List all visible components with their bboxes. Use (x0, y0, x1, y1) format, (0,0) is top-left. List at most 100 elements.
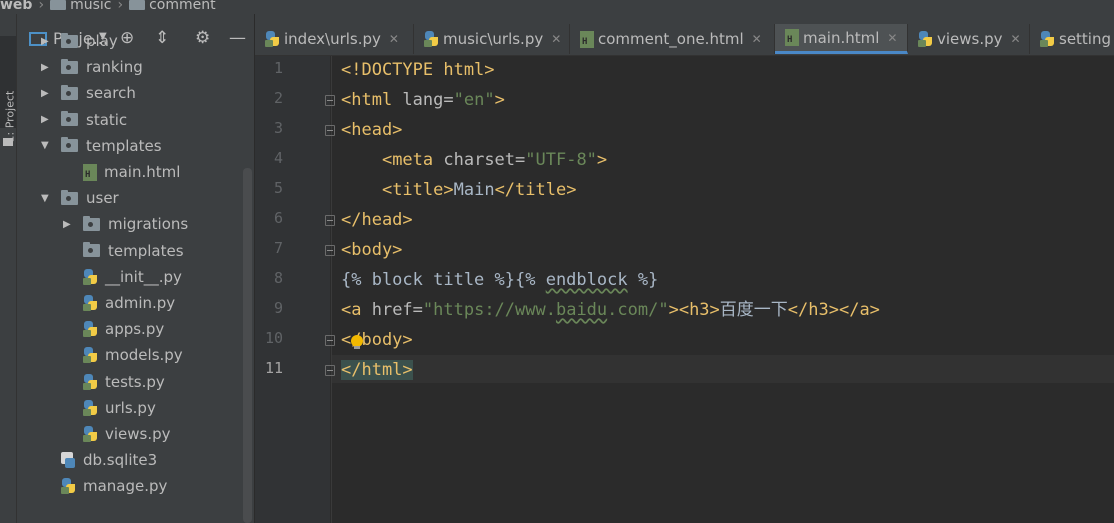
folder-dot (88, 248, 93, 254)
tree-item[interactable]: urls.py (83, 395, 156, 421)
tree-item-label: tests.py (105, 372, 165, 391)
folder-icon (50, 0, 67, 10)
fold-marker-icon[interactable] (325, 95, 335, 106)
tree-item[interactable]: models.py (83, 342, 183, 368)
close-icon[interactable]: ✕ (752, 32, 762, 46)
tab-index-urls-py[interactable]: index\urls.py ✕ (255, 24, 414, 54)
tree-item-label: manage.py (83, 477, 168, 496)
code-token: <h3> (678, 300, 720, 320)
breadcrumb-label: comment (149, 0, 216, 13)
tree-item[interactable]: admin.py (83, 290, 175, 316)
tree-item[interactable]: templates (83, 238, 184, 264)
project-tool-button[interactable]: 1: Project (0, 36, 17, 146)
collapsed-arrow-icon[interactable]: ▶ (41, 88, 51, 99)
close-icon[interactable]: ✕ (1011, 32, 1021, 46)
tree-item-label: db.sqlite3 (83, 451, 158, 470)
tree-item[interactable]: ▶ static (41, 107, 127, 133)
line-number: 8 (273, 269, 283, 287)
breadcrumb-item[interactable]: music (50, 0, 111, 12)
db-icon-part (65, 458, 75, 469)
code-token: href= (361, 300, 423, 320)
python-file-icon (424, 31, 439, 47)
tree-item[interactable]: db.sqlite3 (61, 447, 157, 473)
code-line: <head> (341, 115, 402, 145)
tab-views-py[interactable]: views.py ✕ (908, 24, 1030, 54)
collapsed-arrow-icon[interactable]: ▶ (41, 114, 51, 125)
html-file-icon: H (83, 163, 97, 181)
tree-item[interactable]: ▶ play (41, 28, 118, 54)
folder-dot (66, 195, 71, 201)
python-file-icon (83, 268, 98, 285)
tree-item[interactable]: ▶ migrations (63, 211, 188, 237)
tree-item[interactable]: ▼ user (41, 185, 119, 211)
code-line: </head> (341, 205, 413, 235)
line-number: 1 (273, 59, 283, 77)
tab-label: comment_one.html (598, 30, 744, 48)
gear-icon[interactable]: ⚙ (195, 28, 210, 48)
lightbulb-icon[interactable] (351, 335, 363, 349)
tree-item[interactable]: tests.py (83, 369, 165, 395)
tree-item[interactable]: Hmain.html (83, 159, 180, 185)
tab-setting[interactable]: setting (1030, 24, 1114, 54)
crosshair-icon[interactable]: ⊕ (120, 28, 134, 48)
code-token: {% block title %}{% (341, 270, 546, 290)
tree-item-label: templates (86, 136, 162, 155)
code-token: "https://www. (422, 300, 556, 320)
close-icon[interactable]: ✕ (887, 31, 897, 45)
tree-scrollbar[interactable] (243, 168, 252, 523)
code-token: </head> (341, 210, 413, 230)
folder-dot (66, 38, 71, 44)
folder-icon (61, 58, 78, 74)
collapsed-arrow-icon[interactable]: ▶ (41, 36, 51, 47)
html-file-icon: H (580, 30, 594, 48)
tree-item-label: play (86, 32, 118, 50)
tree-item-label: views.py (105, 425, 171, 443)
code-token: baidu (555, 300, 608, 320)
tab-comment-one-html[interactable]: Hcomment_one.html ✕ (570, 24, 775, 54)
minimize-icon[interactable]: — (229, 28, 246, 48)
python-file-icon (61, 478, 76, 495)
tree-item[interactable]: ▼ templates (41, 133, 162, 159)
code-token: <body> (341, 240, 403, 260)
collapse-all-icon[interactable]: ⇕ (155, 28, 169, 48)
tree-item[interactable]: ▶ search (41, 80, 136, 106)
fold-marker-icon[interactable] (325, 335, 335, 346)
expanded-arrow-icon[interactable]: ▼ (41, 193, 51, 204)
tree-item[interactable]: __init__.py (83, 264, 182, 290)
code-token: "en" (453, 90, 495, 110)
fold-marker-icon[interactable] (325, 125, 335, 136)
code-token: Main (453, 180, 495, 200)
code-line: {% block title %}{% endblock %} (341, 265, 658, 295)
code-token: "UTF-8" (525, 150, 597, 170)
close-icon[interactable]: ✕ (551, 32, 561, 46)
python-file-icon (1040, 31, 1055, 47)
tab-main-html[interactable]: Hmain.html ✕ (775, 24, 908, 54)
python-file-icon (83, 347, 98, 364)
tree-item[interactable]: ▶ ranking (41, 54, 143, 80)
tree-item[interactable]: apps.py (83, 316, 164, 342)
tree-item[interactable]: views.py (83, 421, 171, 447)
code-line: <html lang="en"> (341, 85, 505, 115)
tree-item[interactable]: manage.py (61, 473, 167, 499)
project-panel: Proje... ▼ ⊕ ⇕ ⚙ — ▶ play ▶ ranking ▶ search ▶… (17, 14, 255, 523)
folder-dot (66, 143, 71, 149)
expanded-arrow-icon[interactable]: ▼ (41, 140, 51, 151)
python-file-icon (83, 426, 98, 442)
fold-marker-icon[interactable] (325, 365, 335, 376)
tree-item-label: user (86, 189, 119, 208)
fold-marker-icon[interactable] (325, 215, 335, 226)
breadcrumb-item[interactable]: comment (129, 0, 216, 12)
close-icon[interactable]: ✕ (389, 32, 399, 46)
folder-icon (3, 138, 13, 146)
breadcrumb-item[interactable]: web (0, 0, 32, 12)
collapsed-arrow-icon[interactable]: ▶ (63, 219, 73, 230)
collapsed-arrow-icon[interactable]: ▶ (41, 62, 51, 73)
fold-marker-icon[interactable] (325, 245, 335, 256)
code-token: .com/" (607, 300, 669, 320)
code-token: > (596, 150, 608, 170)
code-line: <a href="https://www.baidu.com/"><h3>百度一… (341, 295, 880, 325)
line-number: 2 (273, 89, 283, 107)
tab-music-urls-py[interactable]: music\urls.py ✕ (414, 24, 570, 54)
code-line: <body> (341, 235, 402, 265)
